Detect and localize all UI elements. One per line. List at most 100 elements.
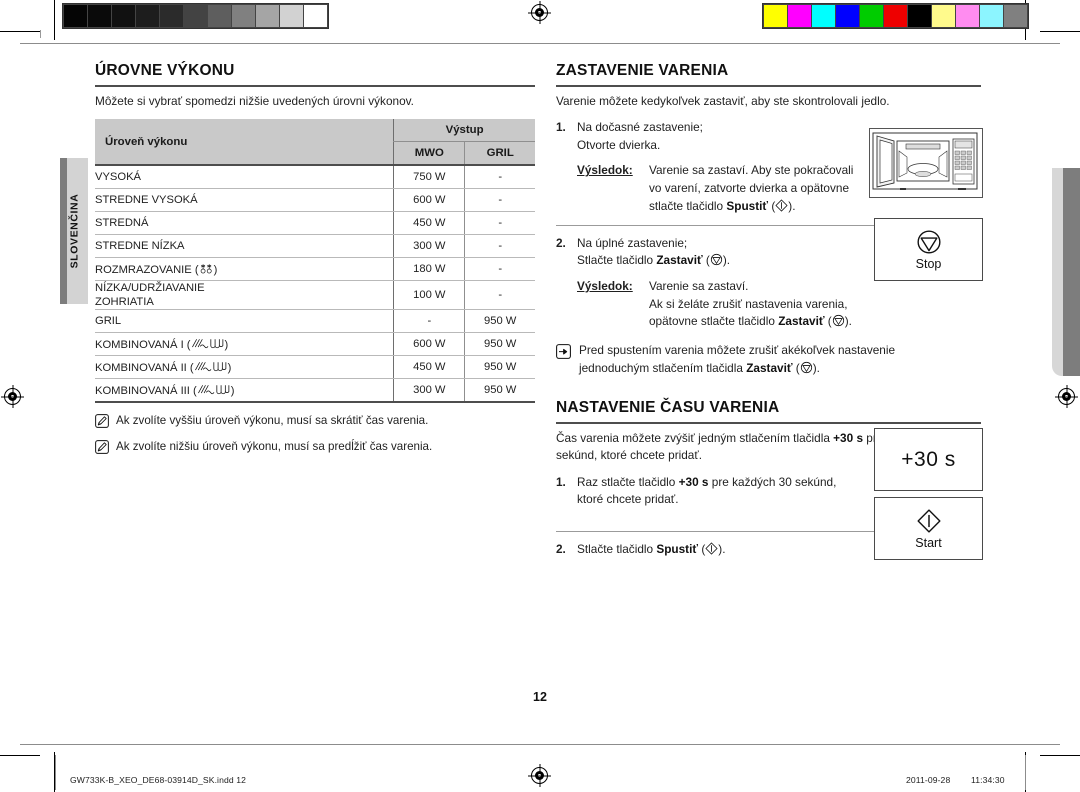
power-levels-intro: Môžete si vybrať spomedzi nižšie uvedený… xyxy=(95,94,414,108)
stop-tip-line1: Pred spustením varenia môžete zrušiť aké… xyxy=(579,342,896,357)
note-pencil-icon xyxy=(95,414,109,428)
plus30-button-caption: +30 s xyxy=(901,447,956,471)
cell-power-level: ROZMRAZOVANIE () xyxy=(95,257,394,282)
paren-open: ( xyxy=(792,360,800,375)
time-step-1-line1-pre: Raz stlačte tlačidlo xyxy=(577,474,679,489)
stop-step-2-number: 2. xyxy=(556,235,566,250)
section-side-tab xyxy=(1052,168,1080,376)
paren-open: ( xyxy=(702,253,710,268)
stop-cooking-intro: Varenie môžete kedykoľvek zastaviť, aby … xyxy=(556,94,890,108)
power-levels-heading: ÚROVNE VÝKONU xyxy=(95,62,535,87)
stop-tip-line2-pre: jednoduchým stlačením tlačidla xyxy=(579,360,747,375)
column-header-mwo: MWO xyxy=(393,141,465,167)
cell-power-level: STREDNÁ xyxy=(95,211,394,236)
note-text: Ak zvolíte vyššiu úroveň výkonu, musí sa… xyxy=(116,414,429,428)
stop-step-1-result-line3: stlačte tlačidlo Spustiť (). xyxy=(649,198,981,216)
notes-list: Ak zvolíte vyššiu úroveň výkonu, musí sa… xyxy=(95,413,535,455)
stop-button-illustration: Stop xyxy=(874,218,983,281)
table-row: KOMBINOVANÁ I () 600 W 950 W xyxy=(95,332,535,357)
time-step-2-number: 2. xyxy=(556,541,566,556)
time-step-1-number: 1. xyxy=(556,474,566,489)
note-pencil-icon xyxy=(95,440,109,455)
power-levels-table: Úroveň výkonu Výstup MWO GRIL VYSOKÁ 750 … xyxy=(95,119,535,404)
table-row: STREDNÁ 450 W- xyxy=(95,211,535,236)
paren-close: ). xyxy=(812,360,820,375)
cell-power-level: STREDNE NÍZKA xyxy=(95,234,394,259)
paren-close: ). xyxy=(844,314,852,329)
stop-step-2-result: Výsledok: Varenie sa zastaví. Ak si želá… xyxy=(577,278,981,331)
stop-circle-triangle-icon xyxy=(710,254,722,266)
cell-mwo-output: 450 W xyxy=(393,211,465,236)
cell-power-level: STREDNE VYSOKÁ xyxy=(95,188,394,213)
table-row: KOMBINOVANÁ III () 300 W 950 W xyxy=(95,378,535,404)
language-tab: SLOVENČINA xyxy=(60,158,88,304)
note-item: Ak zvolíte vyššiu úroveň výkonu, musí sa… xyxy=(95,413,535,429)
table-row: GRIL -950 W xyxy=(95,309,535,334)
table-row: VYSOKÁ 750 W- xyxy=(95,165,535,190)
stop-circle-triangle-icon xyxy=(916,229,941,254)
paren-open: ( xyxy=(698,541,706,556)
stop-button-caption: Stop xyxy=(915,256,942,271)
start-button-name: Spustiť xyxy=(726,198,769,213)
stop-tip-text: Pred spustením varenia môžete zrušiť aké… xyxy=(579,342,895,377)
cell-mwo-output: 300 W xyxy=(393,234,465,259)
stop-button-name-2: Zastaviť xyxy=(778,314,825,329)
table-row: STREDNE NÍZKA 300 W- xyxy=(95,234,535,259)
cell-mwo-output: 300 W xyxy=(393,378,465,404)
cell-gril-output: 950 W xyxy=(464,309,535,334)
page-number: 12 xyxy=(533,690,547,704)
footer-date: 2011-09-28 xyxy=(906,775,951,785)
cell-power-level: KOMBINOVANÁ II () xyxy=(95,355,394,380)
cell-mwo-output: 450 W xyxy=(393,355,465,380)
stop-cooking-heading: ZASTAVENIE VARENIA xyxy=(556,62,981,87)
stop-step-2-result-line3: opätovne stlačte tlačidlo Zastaviť (). xyxy=(649,313,981,331)
time-step-1-line1-post: pre každých 30 sekúnd, xyxy=(708,474,837,489)
left-column: ÚROVNE VÝKONU Môžete si vybrať spomedzi … xyxy=(95,62,535,456)
stop-step-2-result-text: Varenie sa zastaví. Ak si želáte zrušiť … xyxy=(649,278,981,331)
language-tab-label: SLOVENČINA xyxy=(68,193,80,269)
stop-step-1-result-label: Výsledok: xyxy=(577,163,633,178)
footer-file-name: GW733K-B_XEO_DE68-03914D_SK.indd 12 xyxy=(70,775,246,785)
defrost-symbol-icon xyxy=(200,263,212,274)
stop-step-1-number: 1. xyxy=(556,120,566,135)
start-button-illustration: Start xyxy=(874,497,983,560)
note-text: Ak zvolíte nižšiu úroveň výkonu, musí sa… xyxy=(116,440,433,454)
cell-mwo-output: - xyxy=(393,309,465,334)
table-row: STREDNE VYSOKÁ 600 W- xyxy=(95,188,535,213)
combi-microwave-grill-symbol-icon xyxy=(191,339,223,349)
table-head: Úroveň výkonu Výstup MWO GRIL xyxy=(95,119,535,167)
cell-gril-output: - xyxy=(464,257,535,282)
stop-circle-triangle-icon xyxy=(832,315,844,327)
stop-step-2-result-line3-pre: opätovne stlačte tlačidlo xyxy=(649,314,779,329)
cooking-time-heading: NASTAVENIE ČASU VARENIA xyxy=(556,399,981,425)
cooking-time-intro-pre: Čas varenia môžete zvýšiť jedným stlačen… xyxy=(556,431,834,446)
start-button-caption: Start xyxy=(915,535,942,550)
cell-mwo-output: 750 W xyxy=(393,165,465,190)
paren-close: ). xyxy=(788,198,796,213)
cell-power-level: GRIL xyxy=(95,309,394,334)
microwave-illustration xyxy=(869,128,983,198)
stop-step-2-result-line2: Ak si želáte zrušiť nastavenia varenia, xyxy=(649,296,848,311)
table-row: ROZMRAZOVANIE () 180 W- xyxy=(95,257,535,282)
cell-power-level: KOMBINOVANÁ III () xyxy=(95,378,394,404)
plus30-button-illustration: +30 s xyxy=(874,428,983,491)
table-body: VYSOKÁ 750 W - STREDNE VYSOKÁ 600 W - STREDNÁ 4… xyxy=(95,165,535,404)
stop-button-name-3: Zastaviť xyxy=(746,360,793,375)
start-diamond-icon xyxy=(916,508,941,533)
cell-gril-output: 950 W xyxy=(464,378,535,404)
cell-gril-output: - xyxy=(464,188,535,213)
start-diamond-icon xyxy=(775,199,788,212)
cell-power-level: KOMBINOVANÁ I () xyxy=(95,332,394,357)
column-header-gril: GRIL xyxy=(464,141,535,167)
table-row: NÍZKA/UDRŽIAVANIE ZOHRIATIA 100 W- xyxy=(95,280,535,311)
cell-gril-output: - xyxy=(464,280,535,311)
plus30-button-name-2: +30 s xyxy=(678,474,709,489)
microwave-open-door-drawing xyxy=(872,132,978,190)
plus30-button-name: +30 s xyxy=(833,431,864,446)
cell-gril-output: 950 W xyxy=(464,332,535,357)
column-header-output: Výstup xyxy=(393,119,535,143)
start-diamond-icon xyxy=(705,542,718,555)
cell-mwo-output: 600 W xyxy=(393,188,465,213)
cell-mwo-output: 600 W xyxy=(393,332,465,357)
cell-gril-output: 950 W xyxy=(464,355,535,380)
